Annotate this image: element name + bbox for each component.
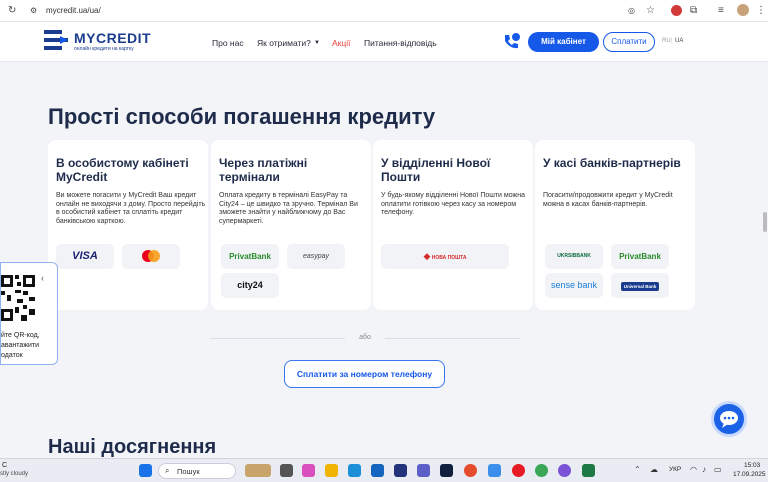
chat-bubble-icon bbox=[720, 411, 738, 428]
cloud-icon[interactable]: ☁ bbox=[650, 465, 658, 474]
clock-time[interactable]: 15:03 bbox=[744, 462, 760, 469]
city24-logo: city24 bbox=[221, 273, 279, 298]
card-text: У будь-якому відділенні Нової Пошти можн… bbox=[381, 192, 525, 217]
card-title: Через платіжні термінали bbox=[219, 156, 308, 184]
address-bar[interactable]: mycredit.ua/ua/ bbox=[46, 6, 101, 15]
teams-icon[interactable] bbox=[417, 464, 430, 477]
privatbank-logo: PrivatBank bbox=[221, 244, 279, 269]
card-text: Ви можете погасити у MyCredit Ваш кредит… bbox=[56, 192, 206, 225]
card-title: У відділенні Нової Пошти bbox=[381, 156, 491, 184]
card-text: Погасити/продовжити кредит у MyCredit мо… bbox=[543, 192, 673, 208]
menu-faq[interactable]: Питання-відповідь bbox=[364, 38, 437, 48]
profile-avatar[interactable] bbox=[737, 4, 749, 16]
search-icon: ⌕ bbox=[165, 466, 170, 475]
os-taskbar: C stly cloudy ⌕ Пошук ⌃ ☁ УКР ◠ ♪ ▭ 15:0… bbox=[0, 458, 768, 482]
nova-poshta-label: НОВА ПОШТА bbox=[431, 255, 467, 261]
card-text: Оплата кредиту в терміналі EasyPay та Ci… bbox=[219, 192, 358, 225]
pay-by-phone-button[interactable]: Сплатити за номером телефону bbox=[284, 360, 445, 388]
search-label: Пошук bbox=[177, 467, 200, 476]
qr-code-icon[interactable] bbox=[1, 273, 35, 323]
viber-icon[interactable] bbox=[558, 464, 571, 477]
tracking-icon[interactable]: ◎ bbox=[628, 6, 635, 15]
battery-icon[interactable]: ▭ bbox=[714, 465, 722, 474]
chat-button[interactable] bbox=[711, 401, 747, 437]
card-title: В особистому кабінеті MyCredit bbox=[56, 156, 189, 184]
file-explorer-icon[interactable] bbox=[325, 464, 338, 477]
chrome-icon[interactable] bbox=[464, 464, 477, 477]
card-personal-cabinet: В особистому кабінеті MyCredit Ви можете… bbox=[48, 140, 208, 310]
achievements-title: Наші досягнення bbox=[48, 436, 217, 458]
tab-menu-icon[interactable]: ≡ bbox=[718, 5, 724, 16]
mastercard-logo bbox=[122, 244, 180, 269]
nova-poshta-logo: ◆ НОВА ПОШТА bbox=[381, 244, 509, 269]
site-info-icon[interactable]: ⚙ bbox=[30, 6, 37, 15]
lang-ru[interactable]: RU bbox=[662, 38, 671, 44]
collapse-chevron-icon[interactable]: ‹ bbox=[41, 273, 44, 283]
tray-chevron-icon[interactable]: ⌃ bbox=[634, 465, 641, 474]
weather-temp[interactable]: C bbox=[2, 462, 7, 469]
app-icon[interactable] bbox=[488, 464, 501, 477]
wifi-icon[interactable]: ◠ bbox=[690, 465, 697, 474]
mycredit-logo-icon[interactable] bbox=[44, 30, 68, 50]
task-view-icon[interactable] bbox=[280, 464, 293, 477]
my-cabinet-button[interactable]: Мій кабінет bbox=[528, 32, 599, 52]
store-icon[interactable] bbox=[371, 464, 384, 477]
excel-icon[interactable] bbox=[582, 464, 595, 477]
edge-icon[interactable] bbox=[348, 464, 361, 477]
menu-promotions[interactable]: Акції bbox=[332, 38, 351, 48]
or-divider: або bbox=[210, 334, 520, 344]
volume-icon[interactable]: ♪ bbox=[702, 465, 706, 474]
app-l-icon[interactable] bbox=[394, 464, 407, 477]
chevron-down-icon: ▼ bbox=[314, 40, 320, 46]
card-partner-banks: У касі банків-партнерів Погасити/продовж… bbox=[535, 140, 695, 310]
menu-how-to-get[interactable]: Як отримати? bbox=[257, 38, 311, 48]
taskbar-search[interactable]: ⌕ Пошук bbox=[158, 463, 236, 479]
ukrsibbank-logo: UKRSIBBANK bbox=[545, 244, 603, 269]
qr-caption: йте QR-код, авантажити одаток bbox=[1, 332, 40, 359]
nova-poshta-mark-icon: ◆ bbox=[423, 251, 431, 261]
copilot-icon[interactable] bbox=[302, 464, 315, 477]
menu-about[interactable]: Про нас bbox=[212, 38, 244, 48]
logo-tagline: онлайн кредити на картку bbox=[74, 46, 134, 52]
opera-icon[interactable] bbox=[512, 464, 525, 477]
easypay-logo: easypay bbox=[287, 244, 345, 269]
lang-divider: | bbox=[671, 38, 673, 44]
section-title: Прості способи погашення кредиту bbox=[48, 104, 436, 129]
browser-toolbar: ↻ ⚙ mycredit.ua/ua/ ◎ ☆ ⧉ ≡ ⋮ bbox=[0, 0, 768, 22]
extensions-puzzle-icon[interactable]: ⧉ bbox=[690, 5, 697, 16]
qr-code-panel: ‹ йте QR-код, авантажити одаток bbox=[0, 262, 58, 365]
divider-line bbox=[385, 338, 520, 339]
bookmark-star-icon[interactable]: ☆ bbox=[646, 5, 655, 16]
universal-bank-logo: Universal Bank bbox=[611, 273, 669, 298]
extension-icon[interactable] bbox=[671, 5, 682, 16]
site-header: MYCREDIT онлайн кредити на картку Про на… bbox=[0, 22, 768, 62]
logo-name[interactable]: MYCREDIT bbox=[74, 30, 151, 46]
reload-icon[interactable]: ↻ bbox=[8, 5, 16, 16]
card-title: У касі банків-партнерів bbox=[543, 156, 681, 170]
widgets-icon[interactable] bbox=[245, 464, 271, 477]
divider-line bbox=[210, 338, 345, 339]
universal-bank-label: Universal Bank bbox=[620, 282, 660, 291]
pay-button[interactable]: Сплатити bbox=[603, 32, 655, 52]
scrollbar-thumb[interactable] bbox=[763, 212, 767, 232]
page-scrollbar[interactable] bbox=[762, 62, 768, 458]
browser-menu-icon[interactable]: ⋮ bbox=[756, 5, 766, 16]
lang-ua[interactable]: UA bbox=[675, 38, 683, 44]
input-language[interactable]: УКР bbox=[669, 466, 681, 473]
clock-date[interactable]: 17.09.2025 bbox=[733, 471, 766, 478]
dropbox-icon[interactable] bbox=[440, 464, 453, 477]
privatbank-logo: PrivatBank bbox=[611, 244, 669, 269]
phone-icon[interactable] bbox=[502, 33, 520, 51]
card-nova-poshta: У відділенні Нової Пошти У будь-якому ві… bbox=[373, 140, 533, 310]
visa-logo: VISA bbox=[56, 244, 114, 269]
card-payment-terminals: Через платіжні термінали Оплата кредиту … bbox=[211, 140, 371, 310]
weather-desc[interactable]: stly cloudy bbox=[0, 471, 28, 477]
windows-start-icon[interactable] bbox=[139, 464, 152, 477]
app-green-icon[interactable] bbox=[535, 464, 548, 477]
sense-bank-logo: sense bank bbox=[545, 273, 603, 298]
or-label: або bbox=[359, 334, 371, 341]
